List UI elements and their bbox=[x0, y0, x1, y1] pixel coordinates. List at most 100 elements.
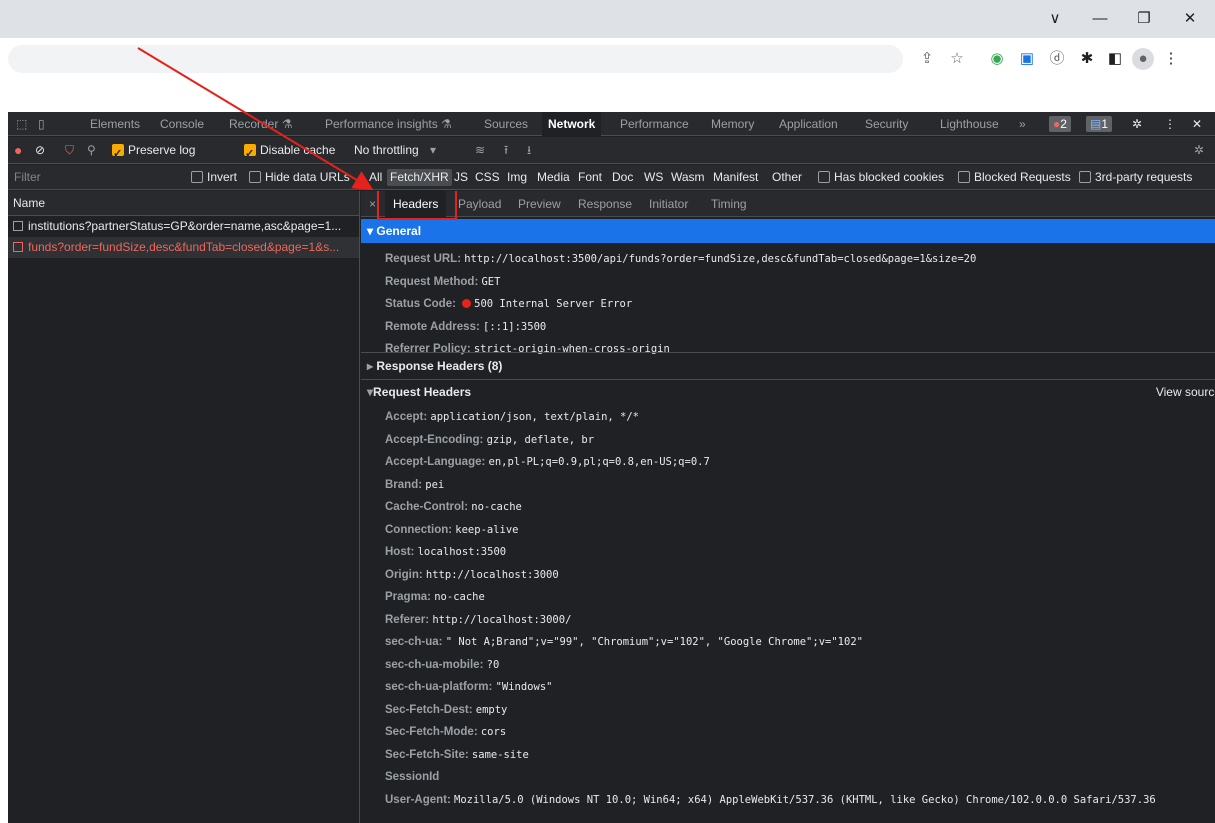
tab-lighthouse[interactable]: Lighthouse bbox=[940, 112, 999, 136]
profile-icon[interactable]: ● bbox=[1132, 48, 1154, 70]
filter-type-wasm[interactable]: Wasm bbox=[668, 169, 708, 186]
hide-data-urls-checkbox[interactable]: Hide data URLs bbox=[249, 165, 350, 190]
error-badge[interactable]: ●2 bbox=[1049, 116, 1071, 132]
close-button[interactable]: ✕ bbox=[1175, 8, 1205, 30]
throttling-select[interactable]: No throttling ▾ bbox=[354, 137, 436, 164]
tab-sources[interactable]: Sources bbox=[484, 112, 528, 136]
header-row: Host: localhost:3500 bbox=[385, 541, 506, 563]
header-row: Referer: http://localhost:3000/ bbox=[385, 609, 571, 631]
invert-label: Invert bbox=[207, 170, 238, 184]
tab-application[interactable]: Application bbox=[779, 112, 838, 136]
preserve-log-checkbox[interactable]: Preserve log bbox=[112, 137, 195, 168]
restore-button[interactable]: ❐ bbox=[1129, 8, 1159, 30]
header-key: SessionId bbox=[385, 771, 440, 783]
detail-tab-response[interactable]: Response bbox=[578, 191, 632, 217]
checkbox-unchecked-icon bbox=[958, 171, 970, 183]
disable-cache-checkbox[interactable]: Disable cache bbox=[244, 137, 335, 168]
extension-color-icon[interactable]: ◉ bbox=[986, 48, 1008, 70]
filter-icon[interactable]: ⛉ bbox=[65, 137, 74, 164]
header-value: no-cache bbox=[471, 501, 522, 513]
filter-type-all[interactable]: All bbox=[366, 169, 385, 186]
request-row-selected[interactable]: funds?order=fundSize,desc&fundTab=closed… bbox=[8, 237, 359, 258]
filter-type-media[interactable]: Media bbox=[534, 169, 573, 186]
sidepanel-icon[interactable]: ◧ bbox=[1104, 48, 1126, 70]
tab-security[interactable]: Security bbox=[865, 112, 908, 136]
inspect-icon[interactable]: ⬚ bbox=[16, 112, 27, 136]
menu-icon[interactable]: ⋮ bbox=[1160, 48, 1182, 70]
record-icon[interactable]: ● bbox=[14, 137, 22, 164]
name-column-header[interactable]: Name bbox=[8, 191, 359, 216]
export-har-icon[interactable]: ⭳ bbox=[527, 137, 531, 164]
filter-type-font[interactable]: Font bbox=[575, 169, 605, 186]
detail-tab-bar: × Headers Payload Preview Response Initi… bbox=[361, 191, 1215, 217]
settings-gear-icon[interactable]: ✲ bbox=[1132, 112, 1142, 136]
annotation-highlight-box bbox=[377, 191, 457, 220]
header-row: Sec-Fetch-Dest: empty bbox=[385, 699, 507, 721]
minimize-button[interactable]: — bbox=[1085, 8, 1115, 30]
tab-performance[interactable]: Performance bbox=[620, 112, 689, 136]
header-key: Accept: bbox=[385, 411, 428, 423]
filter-type-doc[interactable]: Doc bbox=[609, 169, 636, 186]
tab-memory[interactable]: Memory bbox=[711, 112, 754, 136]
filter-type-fetch-xhr[interactable]: Fetch/XHR bbox=[387, 169, 452, 186]
network-conditions-icon[interactable]: ≋ bbox=[475, 137, 485, 164]
detail-tab-payload[interactable]: Payload bbox=[458, 191, 501, 217]
invert-checkbox[interactable]: Invert bbox=[191, 165, 237, 190]
filter-type-manifest[interactable]: Manifest bbox=[710, 169, 761, 186]
devtools-menu-icon[interactable]: ⋮ bbox=[1164, 112, 1176, 136]
header-key: Host: bbox=[385, 546, 415, 558]
request-row[interactable]: institutions?partnerStatus=GP&order=name… bbox=[8, 216, 359, 237]
header-key: sec-ch-ua: bbox=[385, 636, 443, 648]
header-value: http://localhost:3000/ bbox=[432, 613, 572, 626]
tab-elements[interactable]: Elements bbox=[90, 112, 140, 136]
filter-input[interactable]: Filter bbox=[12, 168, 172, 187]
header-value: application/json, text/plain, */* bbox=[430, 411, 640, 423]
clear-icon[interactable]: ⊘ bbox=[35, 137, 45, 164]
header-value: http://localhost:3500/api/funds?order=fu… bbox=[464, 253, 977, 265]
response-headers-section-header[interactable]: ▸ Response Headers (8) bbox=[361, 354, 1215, 378]
view-source-link[interactable]: View source bbox=[1156, 380, 1215, 404]
extension-screen-icon[interactable]: ▣ bbox=[1016, 48, 1038, 70]
detail-tab-preview[interactable]: Preview bbox=[518, 191, 561, 217]
device-toolbar-icon[interactable]: ▯ bbox=[38, 112, 45, 136]
close-detail-icon[interactable]: × bbox=[369, 191, 376, 217]
has-blocked-cookies-checkbox[interactable]: Has blocked cookies bbox=[818, 165, 944, 190]
message-badge[interactable]: ▤1 bbox=[1086, 116, 1113, 132]
share-icon[interactable]: ⇪ bbox=[916, 48, 938, 70]
star-icon[interactable]: ☆ bbox=[946, 48, 968, 70]
checkbox-unchecked-icon bbox=[191, 171, 203, 183]
tab-network[interactable]: Network bbox=[542, 112, 602, 136]
general-section-header[interactable]: ▾ General bbox=[361, 219, 1215, 243]
header-value: no-cache bbox=[434, 591, 485, 603]
more-tabs-button[interactable]: » bbox=[1019, 112, 1026, 136]
filter-type-js[interactable]: JS bbox=[451, 169, 471, 186]
devtools-close-icon[interactable]: ✕ bbox=[1192, 112, 1202, 136]
address-bar[interactable] bbox=[8, 45, 903, 73]
blocked-requests-checkbox[interactable]: Blocked Requests bbox=[958, 165, 1071, 190]
import-har-icon[interactable]: ⭱ bbox=[504, 137, 508, 164]
detail-tab-initiator[interactable]: Initiator bbox=[649, 191, 688, 217]
third-party-checkbox[interactable]: 3rd-party requests bbox=[1079, 165, 1192, 190]
filter-type-other[interactable]: Other bbox=[769, 169, 805, 186]
extension-d-icon[interactable]: ⓓ bbox=[1046, 48, 1068, 70]
tab-search-icon[interactable]: ∨ bbox=[1040, 8, 1070, 30]
header-key: Request Method: bbox=[385, 275, 479, 288]
request-headers-section-header[interactable]: ▾Request Headers bbox=[361, 380, 1215, 404]
header-value: ?0 bbox=[486, 658, 500, 671]
detail-tab-timing[interactable]: Timing bbox=[711, 191, 747, 217]
header-value: [::1]:3500 bbox=[483, 320, 547, 333]
tab-performance-insights[interactable]: Performance insights ⚗ bbox=[325, 112, 452, 136]
header-row: sec-ch-ua: " Not A;Brand";v="99", "Chrom… bbox=[385, 631, 863, 653]
header-row: Accept: application/json, text/plain, */… bbox=[385, 406, 639, 428]
tab-console[interactable]: Console bbox=[160, 112, 204, 136]
puzzle-icon[interactable]: ✱ bbox=[1076, 48, 1098, 70]
header-row: Status Code: 500 Internal Server Error bbox=[385, 293, 632, 315]
header-value: localhost:3500 bbox=[417, 546, 507, 558]
header-key: sec-ch-ua-mobile: bbox=[385, 658, 484, 671]
filter-type-css[interactable]: CSS bbox=[472, 169, 503, 186]
tab-recorder[interactable]: Recorder ⚗ bbox=[229, 112, 292, 136]
filter-type-img[interactable]: Img bbox=[504, 169, 530, 186]
search-icon[interactable]: ⚲ bbox=[87, 137, 96, 164]
filter-type-ws[interactable]: WS bbox=[641, 169, 666, 186]
network-settings-icon[interactable]: ✲ bbox=[1194, 137, 1204, 164]
